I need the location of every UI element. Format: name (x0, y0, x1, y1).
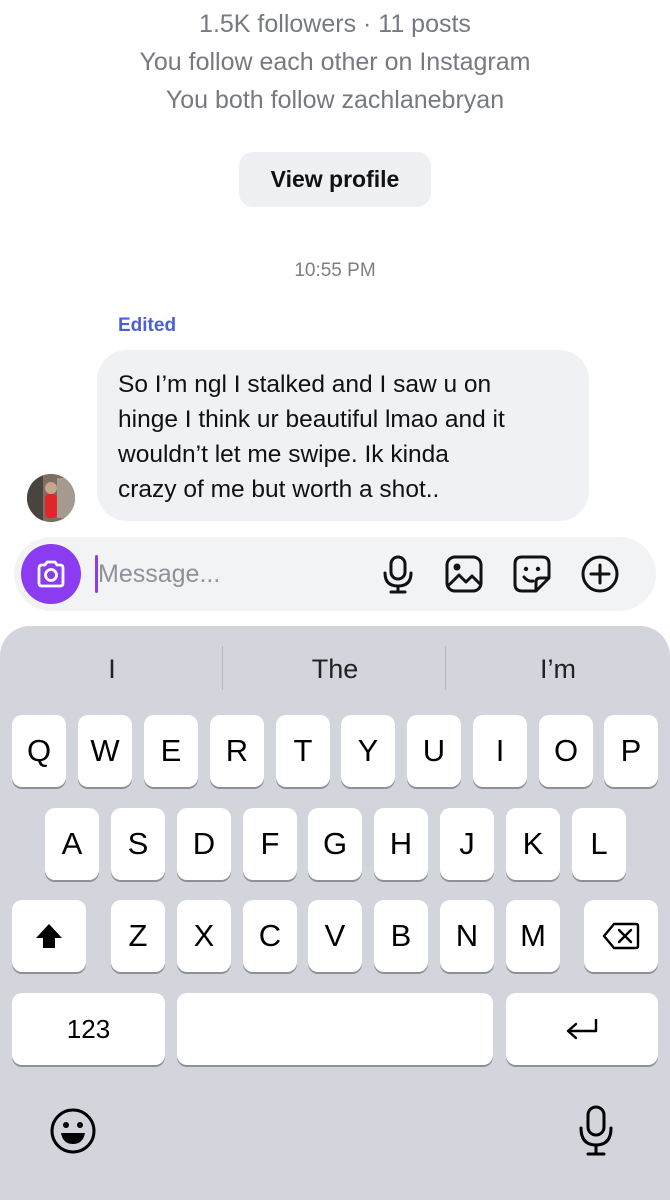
key[interactable]: T (276, 715, 330, 787)
key[interactable]: M (506, 900, 560, 972)
key[interactable]: L (572, 808, 626, 880)
suggestion-1[interactable]: I (2, 649, 222, 689)
key[interactable]: Q (12, 715, 66, 787)
camera-button[interactable] (21, 544, 81, 604)
key[interactable]: G (308, 808, 362, 880)
key[interactable]: O (539, 715, 593, 787)
emoji-icon (50, 1108, 96, 1154)
edited-label: Edited (118, 315, 177, 336)
key[interactable]: E (144, 715, 198, 787)
plus-icon (581, 555, 619, 593)
microphone-icon (383, 555, 413, 594)
key[interactable]: N (440, 900, 494, 972)
shift-icon (36, 924, 62, 948)
key[interactable]: S (111, 808, 165, 880)
return-icon (566, 1019, 598, 1040)
key[interactable]: K (506, 808, 560, 880)
key[interactable]: A (45, 808, 99, 880)
microphone-button[interactable] (378, 554, 418, 594)
message-timestamp: 10:55 PM (294, 260, 376, 281)
shared-follow-text: You both follow zachlanebryan (165, 86, 505, 114)
more-options-button[interactable] (580, 554, 620, 594)
key[interactable]: Y (341, 715, 395, 787)
keyboard: I The I’m Q W E R T Y U I O P A S D F G … (0, 626, 670, 1200)
sender-avatar[interactable] (27, 474, 75, 522)
shift-key[interactable] (12, 900, 86, 972)
key[interactable]: U (407, 715, 461, 787)
key[interactable]: X (177, 900, 231, 972)
dictation-button[interactable] (576, 1104, 616, 1158)
suggestion-2[interactable]: The (225, 649, 445, 689)
message-line: hinge I think ur beautiful lmao and it (118, 406, 505, 433)
emoji-button[interactable] (48, 1106, 98, 1156)
suggestion-divider (222, 646, 223, 690)
key[interactable]: P (604, 715, 658, 787)
message-bubble[interactable]: So I’m ngl I stalked and I saw u on hing… (97, 350, 589, 521)
space-key[interactable] (177, 993, 493, 1065)
key[interactable]: C (243, 900, 297, 972)
gallery-icon (445, 555, 483, 593)
message-line: crazy of me but worth a shot.. (118, 476, 440, 503)
sticker-icon (513, 555, 551, 593)
message-input[interactable] (98, 547, 368, 601)
sticker-button[interactable] (512, 554, 552, 594)
key[interactable]: Z (111, 900, 165, 972)
dictation-icon (579, 1105, 613, 1156)
camera-icon (37, 560, 65, 588)
profile-stats: 1.5K followers · 11 posts (199, 10, 471, 38)
message-line: So I’m ngl I stalked and I saw u on (118, 371, 492, 398)
message-line: wouldn’t let me swipe. Ik kinda (118, 441, 449, 468)
key[interactable]: I (473, 715, 527, 787)
message-composer (14, 537, 656, 611)
mutual-follow-text: You follow each other on Instagram (139, 48, 531, 76)
key[interactable]: F (243, 808, 297, 880)
suggestion-divider (445, 646, 446, 690)
suggestion-3[interactable]: I’m (448, 649, 668, 689)
key[interactable]: J (440, 808, 494, 880)
backspace-icon (602, 922, 640, 950)
view-profile-button[interactable]: View profile (239, 152, 431, 207)
key[interactable]: R (210, 715, 264, 787)
key[interactable]: V (308, 900, 362, 972)
key[interactable]: B (374, 900, 428, 972)
key[interactable]: W (78, 715, 132, 787)
key[interactable]: D (177, 808, 231, 880)
numbers-key[interactable]: 123 (12, 993, 165, 1065)
return-key[interactable] (506, 993, 658, 1065)
key[interactable]: H (374, 808, 428, 880)
gallery-button[interactable] (444, 554, 484, 594)
backspace-key[interactable] (584, 900, 658, 972)
